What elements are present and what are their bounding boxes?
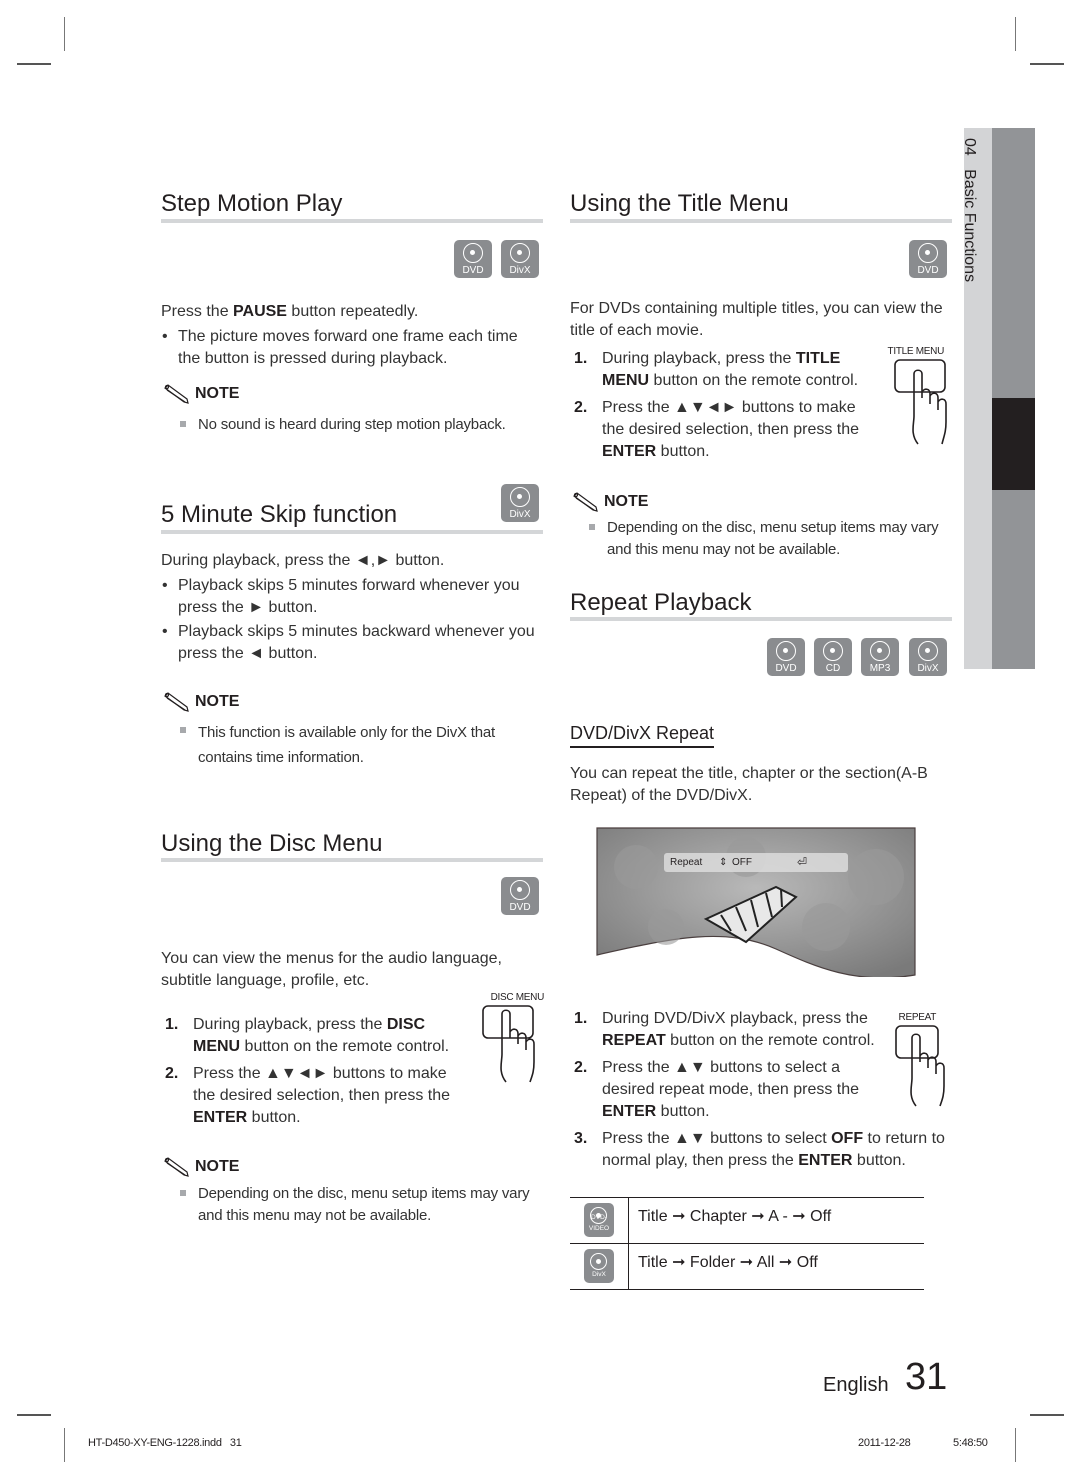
crop-mark <box>1015 1428 1016 1462</box>
step-item: 2. Press the ▲▼◄► buttons to make the des… <box>165 1065 451 1126</box>
step-item: 1. During playback, press the TITLE MENU … <box>574 350 859 389</box>
note-heading: NOTE <box>163 692 239 712</box>
dvd-disc-icon: DVD <box>501 877 539 915</box>
divx-disc-icon: DivX <box>584 1249 614 1283</box>
pencil-note-icon <box>164 384 189 404</box>
bullet-item: The picture moves forward one frame each… <box>161 326 541 370</box>
pencil-note-icon <box>164 692 189 712</box>
chapter-tab-indicator <box>992 398 1035 490</box>
crop-mark <box>17 1414 51 1416</box>
repeat-osd-bar: Repeat ⇕ OFF ⏎ <box>664 853 848 872</box>
crop-mark <box>17 63 51 65</box>
step-item: 2. Press the ▲▼◄► buttons to make the des… <box>574 399 860 460</box>
footer-language: English <box>823 1374 889 1396</box>
note-item: Depending on the disc, menu setup items … <box>585 517 945 561</box>
enter-icon: ⏎ <box>797 855 808 869</box>
chapter-label: 04 Basic Functions <box>960 138 978 282</box>
title-menu-steps: 1. During playback, press the TITLE MENU … <box>570 348 875 468</box>
section-rule <box>161 219 543 223</box>
print-file-info: HT-D450-XY-ENG-1228.indd 31 <box>88 1437 242 1449</box>
dvd-video-disc-icon: DVD-VIDEO <box>584 1203 614 1237</box>
divx-disc-icon: DivX <box>501 240 539 278</box>
crop-mark <box>1030 63 1064 65</box>
divx-disc-icon: DivX <box>909 638 947 676</box>
note-list: Depending on the disc, menu setup items … <box>176 1183 536 1227</box>
dvd-disc-icon: DVD <box>454 240 492 278</box>
disc-menu-remote-illustration: DISC MENU <box>478 992 544 1084</box>
print-time: 5:48:50 <box>953 1437 988 1449</box>
subheading-dvd-divx-repeat: DVD/DivX Repeat <box>570 723 715 748</box>
step-item: 1. During playback, press the DISC MENU b… <box>165 1016 450 1055</box>
step-item: 1. During DVD/DivX playback, press the RE… <box>574 1010 875 1049</box>
note-list: This function is available only for the … <box>176 720 516 770</box>
crop-mark <box>64 17 65 51</box>
note-item: Depending on the disc, menu setup items … <box>176 1183 536 1227</box>
pencil-note-icon <box>573 492 598 512</box>
note-heading: NOTE <box>163 1157 239 1177</box>
bullet-item: Playback skips 5 minutes forward wheneve… <box>161 575 541 619</box>
title-menu-remote-illustration: TITLE MENU <box>888 346 956 446</box>
disc-menu-steps: 1. During playback, press the DISC MENU b… <box>161 1014 466 1134</box>
step-item: 2. Press the ▲▼ buttons to select a desir… <box>574 1059 860 1120</box>
note-item: This function is available only for the … <box>176 720 516 770</box>
section-title-step-motion: Step Motion Play <box>161 190 343 217</box>
bullet-item: Playback skips 5 minutes backward whenev… <box>161 621 541 665</box>
section-title-minute-skip: 5 Minute Skip function <box>161 501 398 528</box>
crop-mark <box>1015 17 1016 51</box>
print-date: 2011-12-28 <box>858 1437 911 1449</box>
table-row: DVD-VIDEO Title ➞ Chapter ➞ A - ➞ Off <box>570 1198 924 1244</box>
repeat-mode-table: DVD-VIDEO Title ➞ Chapter ➞ A - ➞ Off Di… <box>570 1197 924 1290</box>
section-rule <box>570 617 952 621</box>
repeat-intro: You can repeat the title, chapter or the… <box>570 765 928 804</box>
chapter-title: Basic Functions <box>961 169 978 283</box>
minute-skip-bullets: Playback skips 5 minutes forward wheneve… <box>161 575 541 667</box>
cd-disc-icon: CD <box>814 638 852 676</box>
osd-value: OFF <box>732 857 752 868</box>
title-menu-intro: For DVDs containing multiple titles, you… <box>570 300 943 339</box>
disc-menu-intro: You can view the menus for the audio lan… <box>161 950 502 989</box>
note-list: Depending on the disc, menu setup items … <box>585 517 945 561</box>
note-item: No sound is heard during step motion pla… <box>176 414 546 436</box>
step-motion-intro: Press the PAUSE button repeatedly. <box>161 303 419 320</box>
osd-label: Repeat <box>670 857 703 868</box>
crop-mark <box>64 1428 65 1462</box>
note-list: No sound is heard during step motion pla… <box>176 414 546 436</box>
repeat-remote-illustration: REPEAT <box>892 1012 954 1108</box>
minute-skip-intro: During playback, press the ◄,► button. <box>161 552 445 569</box>
page-number: 31 <box>905 1356 948 1398</box>
crop-mark <box>1030 1414 1064 1416</box>
step-motion-bullets: The picture moves forward one frame each… <box>161 326 541 372</box>
section-title-repeat: Repeat Playback <box>570 589 752 616</box>
mp3-disc-icon: MP3 <box>861 638 899 676</box>
repeat-steps: 1. During DVD/DivX playback, press the RE… <box>570 1008 945 1177</box>
divx-disc-icon: DivX <box>501 484 539 522</box>
section-title-title-menu: Using the Title Menu <box>570 190 789 217</box>
dvd-disc-icon: DVD <box>909 240 947 278</box>
section-rule <box>161 530 543 534</box>
section-title-disc-menu: Using the Disc Menu <box>161 830 383 857</box>
repeat-sequence: Title ➞ Folder ➞ All ➞ Off <box>638 1254 818 1271</box>
repeat-sequence: Title ➞ Chapter ➞ A - ➞ Off <box>638 1208 832 1225</box>
pencil-note-icon <box>164 1157 189 1177</box>
chapter-number: 04 <box>961 138 978 156</box>
note-heading: NOTE <box>572 492 648 512</box>
up-down-arrow-icon: ⇕ <box>719 857 728 868</box>
section-rule <box>161 858 543 862</box>
section-rule <box>570 219 952 223</box>
step-item: 3. Press the ▲▼ buttons to select OFF to … <box>574 1130 945 1169</box>
dvd-disc-icon: DVD <box>767 638 805 676</box>
hand-press-button-icon <box>895 1025 945 1107</box>
hand-press-button-icon <box>894 359 947 445</box>
hand-press-button-icon <box>482 1005 535 1083</box>
note-heading: NOTE <box>163 384 239 404</box>
table-row: DivX Title ➞ Folder ➞ All ➞ Off <box>570 1244 924 1290</box>
tv-screen-illustration <box>596 827 916 977</box>
